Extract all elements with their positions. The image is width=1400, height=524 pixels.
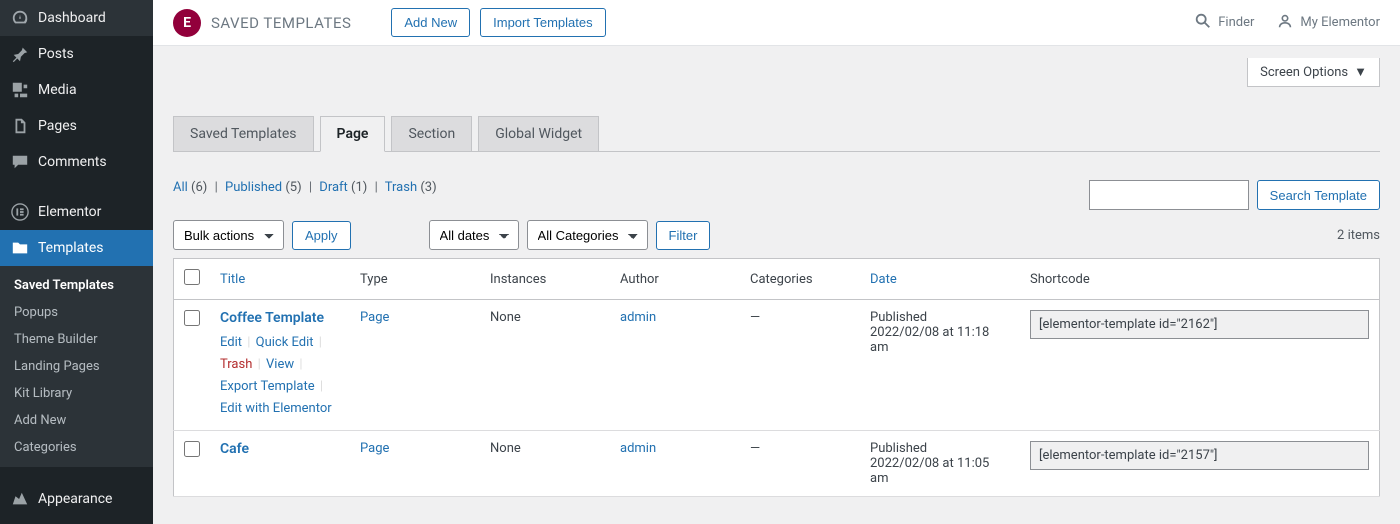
tab-global-widget[interactable]: Global Widget xyxy=(478,116,599,151)
media-icon xyxy=(10,80,30,100)
instances-cell: None xyxy=(480,300,610,431)
type-link[interactable]: Page xyxy=(360,310,389,325)
table-row: Coffee Template Edit | Quick Edit | Trash… xyxy=(174,300,1380,431)
select-all-checkbox[interactable] xyxy=(184,269,200,285)
sidebar-label: Dashboard xyxy=(38,10,106,26)
finder-button[interactable]: Finder xyxy=(1194,12,1254,34)
date-cell: Published2022/02/08 at 11:05 am xyxy=(860,431,1020,497)
bulk-actions-select[interactable]: Bulk actions xyxy=(173,220,284,250)
sidebar-label: Pages xyxy=(38,118,77,134)
table-row: Cafe Page None admin —Published2022/02/08 at… xyxy=(174,431,1380,497)
appearance-icon xyxy=(10,489,30,509)
items-count: 2 items xyxy=(1337,228,1380,243)
quick-edit-link[interactable]: Quick Edit xyxy=(256,335,314,350)
categories-cell: — xyxy=(740,431,860,497)
topbar: E SAVED TEMPLATES Add New Import Templat… xyxy=(153,0,1400,46)
template-type-tabs: Saved Templates Page Section Global Widg… xyxy=(153,46,1400,151)
column-author: Author xyxy=(610,259,740,300)
date-filter-select[interactable]: All dates xyxy=(429,220,519,250)
sidebar-subitem-popups[interactable]: Popups xyxy=(0,299,153,326)
templates-table: Title Type Instances Author Categories D… xyxy=(173,258,1380,497)
sidebar-label: Comments xyxy=(38,154,107,170)
sidebar-subitem-add-new[interactable]: Add New xyxy=(0,407,153,434)
column-shortcode: Shortcode xyxy=(1020,259,1380,300)
apply-button[interactable]: Apply xyxy=(292,221,351,250)
author-link[interactable]: admin xyxy=(620,310,656,325)
screen-options-toggle[interactable]: Screen Options ▼ xyxy=(1247,58,1380,87)
column-categories: Categories xyxy=(740,259,860,300)
search-icon xyxy=(1194,12,1212,34)
filter-button[interactable]: Filter xyxy=(656,221,711,250)
column-title[interactable]: Title xyxy=(220,272,245,287)
status-published-link[interactable]: Published xyxy=(225,180,282,195)
status-all-link[interactable]: All xyxy=(173,180,188,195)
row-actions: Edit | Quick Edit | Trash | View | Expor… xyxy=(220,332,340,420)
tab-saved-templates[interactable]: Saved Templates xyxy=(173,116,314,151)
edit-with-elementor-link[interactable]: Edit with Elementor xyxy=(220,401,332,416)
admin-sidebar: Dashboard Posts Media Pages Comments Ele… xyxy=(0,0,153,524)
sidebar-item-appearance[interactable]: Appearance xyxy=(0,481,153,517)
shortcode-input[interactable] xyxy=(1030,310,1369,339)
sidebar-label: Elementor xyxy=(38,204,101,220)
chevron-down-icon: ▼ xyxy=(1354,64,1367,80)
sidebar-label: Posts xyxy=(38,46,74,62)
elementor-icon xyxy=(10,202,30,222)
sidebar-item-elementor[interactable]: Elementor xyxy=(0,194,153,230)
comments-icon xyxy=(10,152,30,172)
column-date[interactable]: Date xyxy=(870,272,897,287)
sidebar-item-pages[interactable]: Pages xyxy=(0,108,153,144)
search-template-button[interactable]: Search Template xyxy=(1257,180,1380,210)
sidebar-subitem-theme-builder[interactable]: Theme Builder xyxy=(0,326,153,353)
page-title: SAVED TEMPLATES xyxy=(211,14,351,32)
shortcode-input[interactable] xyxy=(1030,441,1369,470)
status-trash-link[interactable]: Trash xyxy=(385,180,417,195)
import-templates-button[interactable]: Import Templates xyxy=(480,8,605,37)
status-filters: All (6) | Published (5) | Draft (1) | Tr… xyxy=(173,180,437,195)
elementor-logo-icon: E xyxy=(173,9,201,37)
categories-cell: — xyxy=(740,300,860,431)
export-template-link[interactable]: Export Template xyxy=(220,379,315,394)
user-icon xyxy=(1276,12,1294,34)
edit-link[interactable]: Edit xyxy=(220,335,242,350)
sidebar-subitem-landing-pages[interactable]: Landing Pages xyxy=(0,353,153,380)
add-new-button[interactable]: Add New xyxy=(391,8,470,37)
category-filter-select[interactable]: All Categories xyxy=(527,220,648,250)
view-link[interactable]: View xyxy=(266,357,294,372)
dashboard-icon xyxy=(10,8,30,28)
date-cell: Published2022/02/08 at 11:18 am xyxy=(860,300,1020,431)
instances-cell: None xyxy=(480,431,610,497)
column-type: Type xyxy=(350,259,480,300)
row-checkbox[interactable] xyxy=(184,310,200,326)
sidebar-label: Templates xyxy=(38,240,104,256)
search-input[interactable] xyxy=(1089,180,1249,210)
sidebar-item-comments[interactable]: Comments xyxy=(0,144,153,180)
column-instances: Instances xyxy=(480,259,610,300)
sidebar-item-posts[interactable]: Posts xyxy=(0,36,153,72)
tab-page[interactable]: Page xyxy=(320,116,386,152)
sidebar-subitem-categories[interactable]: Categories xyxy=(0,434,153,461)
sidebar-subitem-saved-templates[interactable]: Saved Templates xyxy=(0,272,153,299)
type-link[interactable]: Page xyxy=(360,441,389,456)
sidebar-submenu: Saved Templates Popups Theme Builder Lan… xyxy=(0,266,153,467)
status-draft-link[interactable]: Draft xyxy=(319,180,348,195)
sidebar-item-media[interactable]: Media xyxy=(0,72,153,108)
pin-icon xyxy=(10,44,30,64)
row-title-link[interactable]: Coffee Template xyxy=(220,310,324,326)
sidebar-label: Media xyxy=(38,82,77,98)
my-elementor-button[interactable]: My Elementor xyxy=(1276,12,1380,34)
pages-icon xyxy=(10,116,30,136)
trash-link[interactable]: Trash xyxy=(220,357,252,372)
templates-icon xyxy=(10,238,30,258)
row-title-link[interactable]: Cafe xyxy=(220,441,249,457)
author-link[interactable]: admin xyxy=(620,441,656,456)
sidebar-label: Appearance xyxy=(38,491,112,507)
row-checkbox[interactable] xyxy=(184,441,200,457)
tab-section[interactable]: Section xyxy=(391,116,472,151)
sidebar-item-templates[interactable]: Templates xyxy=(0,230,153,266)
sidebar-subitem-kit-library[interactable]: Kit Library xyxy=(0,380,153,407)
sidebar-item-dashboard[interactable]: Dashboard xyxy=(0,0,153,36)
